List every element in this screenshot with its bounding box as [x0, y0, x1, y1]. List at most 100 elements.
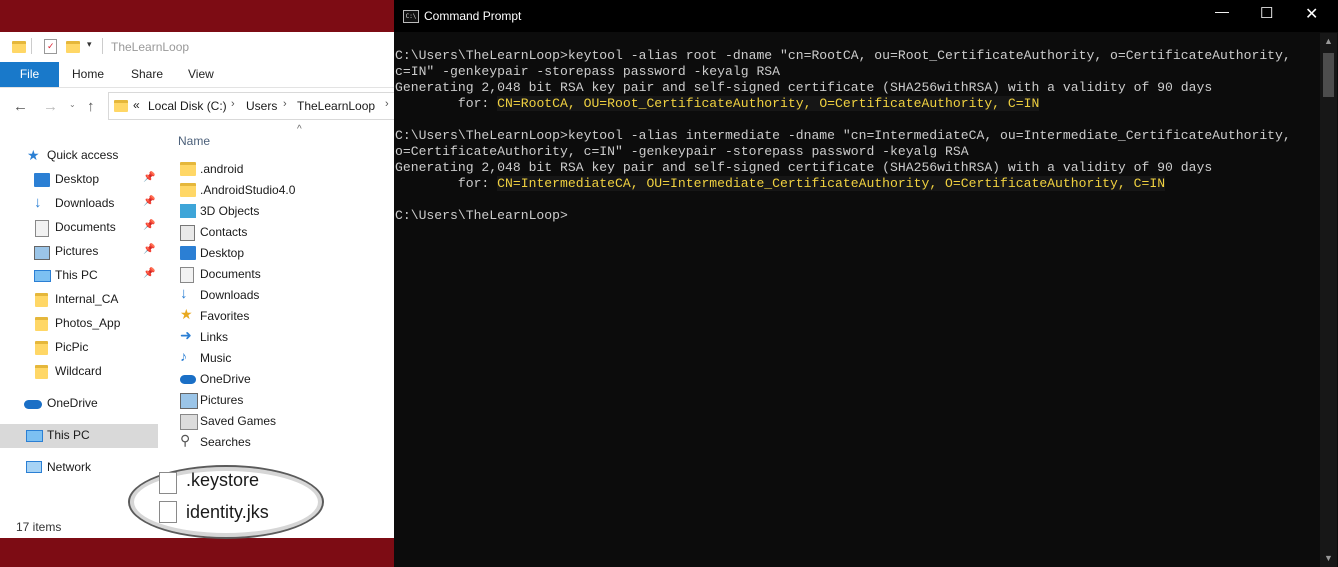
- scrollbar-thumb[interactable]: [1323, 53, 1334, 97]
- nav-item-this-pc-pinned[interactable]: This PC 📌: [0, 264, 158, 288]
- file-name: Documents: [200, 267, 261, 281]
- breadcrumb-thelearnloop[interactable]: TheLearnLoop: [297, 99, 375, 113]
- breadcrumb-separator[interactable]: ›: [385, 98, 389, 110]
- list-item[interactable]: Desktop: [180, 243, 390, 264]
- new-folder-icon[interactable]: [66, 41, 80, 53]
- toolbar-divider: [31, 38, 32, 54]
- list-item[interactable]: .AndroidStudio4.0: [180, 180, 390, 201]
- console-line: o=CertificateAuthority, c=IN" -genkeypai…: [395, 144, 1320, 160]
- desktop-icon: [180, 246, 196, 260]
- tab-file[interactable]: File: [0, 62, 59, 87]
- close-icon[interactable]: ✕: [1305, 4, 1318, 24]
- folder-icon: [12, 41, 26, 53]
- folder-icon: [180, 183, 196, 197]
- console-line: for: CN=IntermediateCA, OU=Intermediate_…: [395, 176, 1320, 192]
- nav-item-label: Downloads: [55, 196, 115, 210]
- tab-home[interactable]: Home: [72, 62, 104, 87]
- list-item[interactable]: ★ Favorites: [180, 306, 390, 327]
- tab-share[interactable]: Share: [131, 62, 163, 87]
- search-icon: ⚲: [180, 432, 191, 448]
- nav-item-label: This PC: [55, 268, 98, 282]
- list-item[interactable]: ⚲ Searches: [180, 432, 390, 453]
- file-icon: [159, 501, 177, 523]
- identity-jks-file-label[interactable]: identity.jks: [186, 502, 269, 523]
- console-icon: C:\: [403, 10, 419, 23]
- command-prompt-window: C:\ Command Prompt — ☐ ✕ C:\Users\TheLea…: [394, 0, 1338, 567]
- nav-item-onedrive[interactable]: OneDrive: [0, 392, 158, 416]
- nav-item-downloads[interactable]: ↓ Downloads 📌: [0, 192, 158, 216]
- console-line: C:\Users\TheLearnLoop>: [395, 208, 1320, 224]
- pin-icon: 📌: [143, 196, 156, 207]
- address-bar[interactable]: « Local Disk (C:) › Users › TheLearnLoop…: [108, 92, 395, 120]
- list-item[interactable]: 3D Objects: [180, 201, 390, 222]
- nav-item-picpic[interactable]: PicPic: [0, 336, 158, 360]
- nav-item-quick-access[interactable]: ★ Quick access: [0, 144, 158, 168]
- music-note-icon: ♪: [180, 348, 187, 364]
- list-item[interactable]: OneDrive: [180, 369, 390, 390]
- list-item[interactable]: Contacts: [180, 222, 390, 243]
- desktop-icon: [34, 173, 50, 187]
- nav-item-network[interactable]: Network: [0, 456, 158, 480]
- breadcrumb-separator[interactable]: ›: [283, 98, 287, 110]
- tab-view[interactable]: View: [188, 62, 214, 87]
- nav-item-label: PicPic: [55, 340, 89, 354]
- console-output[interactable]: C:\Users\TheLearnLoop>keytool -alias roo…: [395, 48, 1320, 224]
- pictures-icon: [34, 246, 50, 260]
- list-item[interactable]: ♪ Music: [180, 348, 390, 369]
- breadcrumb-separator[interactable]: ›: [231, 98, 235, 110]
- scrollbar[interactable]: ▲ ▼: [1320, 33, 1337, 567]
- up-arrow-icon[interactable]: ↑: [87, 98, 95, 115]
- folder-icon: [35, 317, 48, 331]
- file-icon: [159, 472, 177, 494]
- keystore-file-label[interactable]: .keystore: [186, 470, 259, 491]
- minimize-icon[interactable]: —: [1215, 3, 1229, 19]
- folder-icon: [35, 365, 48, 379]
- breadcrumb-overflow[interactable]: «: [133, 98, 140, 112]
- nav-item-this-pc[interactable]: This PC: [0, 424, 158, 448]
- scroll-up-icon[interactable]: ▲: [1324, 36, 1333, 46]
- breadcrumb-local-disk[interactable]: Local Disk (C:): [148, 99, 227, 113]
- console-line: c=IN" -genkeypair -storepass password -k…: [395, 64, 1320, 80]
- sort-up-icon: ^: [297, 124, 302, 135]
- list-item[interactable]: Pictures: [180, 390, 390, 411]
- list-item[interactable]: Saved Games: [180, 411, 390, 432]
- folder-icon: [35, 293, 48, 307]
- nav-item-documents[interactable]: Documents 📌: [0, 216, 158, 240]
- file-name: Downloads: [200, 288, 260, 302]
- explorer-title-bar: ✓ ▾ TheLearnLoop: [0, 32, 394, 62]
- nav-item-label: Desktop: [55, 172, 100, 186]
- file-name: Links: [200, 330, 229, 344]
- nav-item-photos-app[interactable]: Photos_App: [0, 312, 158, 336]
- nav-item-label: Wildcard: [55, 364, 102, 378]
- nav-item-label: Quick access: [47, 148, 119, 162]
- back-arrow-icon[interactable]: ←: [13, 98, 28, 115]
- breadcrumb-users[interactable]: Users: [246, 99, 277, 113]
- file-explorer-window: ✓ ▾ TheLearnLoop File Home Share View ← …: [0, 32, 395, 538]
- recent-locations-chevron-icon[interactable]: ⌄: [69, 100, 76, 109]
- download-arrow-icon: ↓: [34, 194, 42, 211]
- list-item[interactable]: ↓ Downloads: [180, 285, 390, 306]
- nav-item-label: Documents: [55, 220, 116, 234]
- folder-icon: [114, 100, 128, 112]
- console-line-text: c=IN" -genkeypair -storepass password -k…: [395, 64, 781, 79]
- list-item[interactable]: ➜ Links: [180, 327, 390, 348]
- forward-arrow-icon[interactable]: →: [43, 98, 58, 115]
- nav-item-wildcard[interactable]: Wildcard: [0, 360, 158, 384]
- console-line-text: o=CertificateAuthority, c=IN" -genkeypai…: [395, 144, 969, 159]
- nav-item-desktop[interactable]: Desktop 📌: [0, 168, 158, 192]
- file-name: Saved Games: [200, 414, 277, 428]
- maximize-icon[interactable]: ☐: [1260, 4, 1273, 22]
- properties-icon[interactable]: ✓: [44, 39, 57, 54]
- nav-item-label: Internal_CA: [55, 292, 119, 306]
- nav-item-internal-ca[interactable]: Internal_CA: [0, 288, 158, 312]
- list-item[interactable]: .android: [180, 159, 390, 180]
- scroll-down-icon[interactable]: ▼: [1324, 553, 1333, 563]
- pin-icon: 📌: [143, 244, 156, 255]
- list-item[interactable]: Documents: [180, 264, 390, 285]
- folder-icon: [180, 162, 196, 176]
- console-line-text: for:: [395, 176, 498, 191]
- nav-item-pictures[interactable]: Pictures 📌: [0, 240, 158, 264]
- 3d-objects-icon: [180, 204, 196, 218]
- customize-quick-access-icon[interactable]: ▾: [87, 39, 92, 50]
- column-header-name[interactable]: Name: [178, 134, 210, 148]
